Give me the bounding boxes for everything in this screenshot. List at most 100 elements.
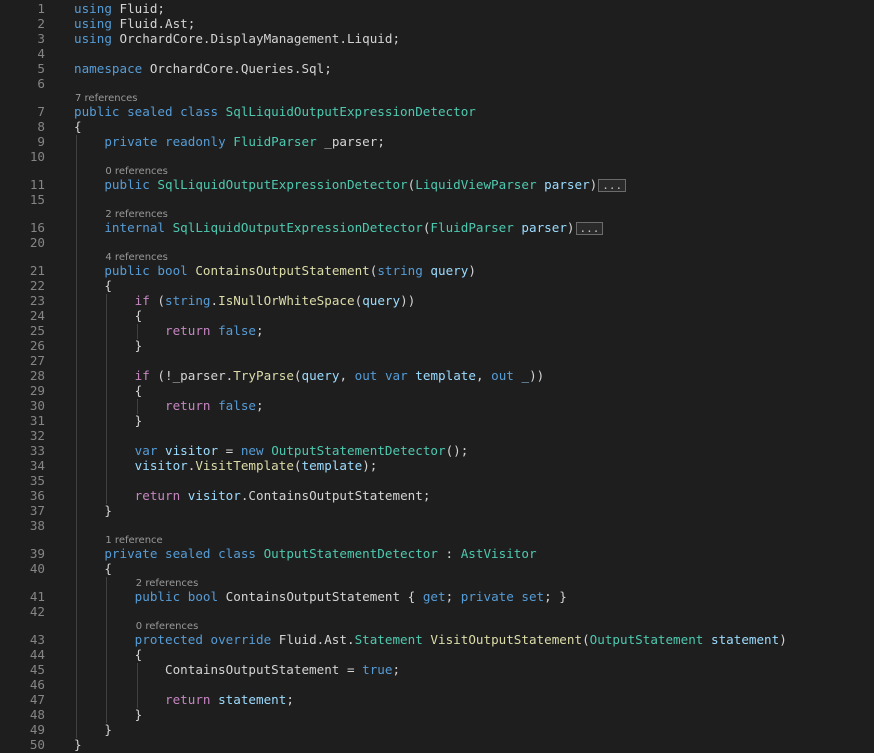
code-text: }	[74, 504, 112, 518]
code-line[interactable]: 28 if (!_parser.TryParse(query, out var …	[0, 369, 874, 384]
code-line[interactable]: 30 return false;	[0, 399, 874, 414]
code-line[interactable]: 23 if (string.IsNullOrWhiteSpace(query))	[0, 294, 874, 309]
code-line[interactable]: 20	[0, 236, 874, 251]
code-editor[interactable]: 1 using Fluid; 2 using Fluid.Ast; 3 using Orc…	[0, 0, 874, 752]
code-line[interactable]: 15	[0, 193, 874, 208]
line-number: 46	[29, 677, 45, 692]
code-text: if (!_parser.TryParse(query, out var tem…	[74, 368, 545, 383]
line-number: 22	[29, 278, 45, 293]
code-line[interactable]: 10	[0, 150, 874, 165]
token: ContainsOutputStatement {	[225, 589, 423, 604]
token: OrchardCore.DisplayManagement.Liquid;	[111, 31, 401, 46]
token: }	[74, 707, 143, 722]
code-line[interactable]: 7 public sealed class SqlLiquidOutputExpr…	[0, 105, 874, 120]
token: OutputStatementDetector	[271, 443, 446, 458]
token: ;	[392, 662, 401, 677]
token: statement	[710, 632, 780, 647]
code-line[interactable]: 44 {	[0, 648, 874, 663]
code-line[interactable]: 43 protected override Fluid.Ast.Statemen…	[0, 633, 874, 648]
code-line[interactable]: 3 using OrchardCore.DisplayManagement.Liq…	[0, 32, 874, 47]
code-line[interactable]: 2 using Fluid.Ast;	[0, 17, 874, 32]
line-number: 2	[37, 16, 45, 31]
token: {	[74, 561, 112, 576]
token: using	[74, 16, 112, 31]
folded-region-ellipsis[interactable]: ...	[575, 222, 604, 235]
code-line[interactable]: 37 }	[0, 504, 874, 519]
line-number: 3	[37, 31, 45, 46]
code-text: }	[74, 723, 112, 737]
code-line[interactable]: 29 {	[0, 384, 874, 399]
line-number: 32	[29, 428, 45, 443]
line-number: 9	[37, 134, 45, 149]
code-line[interactable]: 11 public SqlLiquidOutputExpressionDetec…	[0, 178, 874, 193]
indent-guide	[106, 294, 108, 504]
token: }	[74, 413, 143, 428]
code-line[interactable]: 26 }	[0, 339, 874, 354]
token: new	[240, 443, 264, 458]
code-text: ContainsOutputStatement = true;	[74, 663, 400, 677]
code-line[interactable]: 9 private readonly FluidParser _parser;	[0, 135, 874, 150]
code-line[interactable]: 48 }	[0, 708, 874, 723]
code-line[interactable]: 31 }	[0, 414, 874, 429]
token: return	[165, 398, 211, 413]
line-number: 15	[29, 192, 45, 207]
token: ;	[445, 589, 461, 604]
code-line[interactable]: 24 {	[0, 309, 874, 324]
token: FluidParser	[430, 220, 514, 235]
code-line[interactable]: 5 namespace OrchardCore.Queries.Sql;	[0, 62, 874, 77]
line-number: 35	[29, 473, 45, 488]
code-line[interactable]: 16 internal SqlLiquidOutputExpressionDet…	[0, 221, 874, 236]
code-text: using Fluid;	[74, 2, 165, 16]
code-line[interactable]: 4	[0, 47, 874, 62]
code-line[interactable]: 46	[0, 678, 874, 693]
token: (	[149, 293, 166, 308]
code-line[interactable]: 42	[0, 605, 874, 620]
code-line[interactable]: 45 ContainsOutputStatement = true;	[0, 663, 874, 678]
token: return	[165, 323, 211, 338]
line-number: 10	[29, 149, 45, 164]
token: public bool	[134, 589, 226, 604]
line-number: 38	[29, 518, 45, 533]
code-line[interactable]: 38	[0, 519, 874, 534]
code-line[interactable]: 21 public bool ContainsOutputStatement(s…	[0, 264, 874, 279]
code-line[interactable]: 34 visitor.VisitTemplate(template);	[0, 459, 874, 474]
token: :	[437, 546, 461, 561]
code-line[interactable]: 50}	[0, 738, 874, 753]
code-line[interactable]: 36 return visitor.ContainsOutputStatemen…	[0, 489, 874, 504]
token: visitor	[134, 458, 188, 473]
token: public bool	[104, 263, 196, 278]
code-line[interactable]: 49 }	[0, 723, 874, 738]
token: ContainsOutputStatement =	[74, 662, 363, 677]
code-text: private readonly FluidParser _parser;	[74, 135, 385, 149]
code-line[interactable]: 33 var visitor = new OutputStatementDete…	[0, 444, 874, 459]
code-line[interactable]: 22 {	[0, 279, 874, 294]
line-number: 4	[37, 46, 45, 61]
code-line[interactable]: 8{	[0, 120, 874, 135]
code-line[interactable]: 40 {	[0, 562, 874, 577]
token: (!_parser.	[149, 368, 234, 383]
token: {	[74, 278, 112, 293]
code-line[interactable]: 27	[0, 354, 874, 369]
code-line[interactable]: 39 private sealed class OutputStatementD…	[0, 547, 874, 562]
folded-region-ellipsis[interactable]: ...	[598, 179, 627, 192]
line-number: 7	[37, 104, 45, 119]
code-text: public bool ContainsOutputStatement { ge…	[74, 590, 567, 604]
line-number: 50	[29, 737, 45, 752]
code-line[interactable]: 6	[0, 77, 874, 92]
code-line[interactable]: 25 return false;	[0, 324, 874, 339]
code-line[interactable]: 41 public bool ContainsOutputStatement {…	[0, 590, 874, 605]
token: FluidParser	[233, 134, 317, 149]
code-line[interactable]: 32	[0, 429, 874, 444]
code-line[interactable]: 47 return statement;	[0, 693, 874, 708]
code-line[interactable]: 35	[0, 474, 874, 489]
code-line[interactable]: 1 using Fluid;	[0, 2, 874, 17]
token: protected override	[134, 632, 279, 647]
token: false	[218, 398, 257, 413]
